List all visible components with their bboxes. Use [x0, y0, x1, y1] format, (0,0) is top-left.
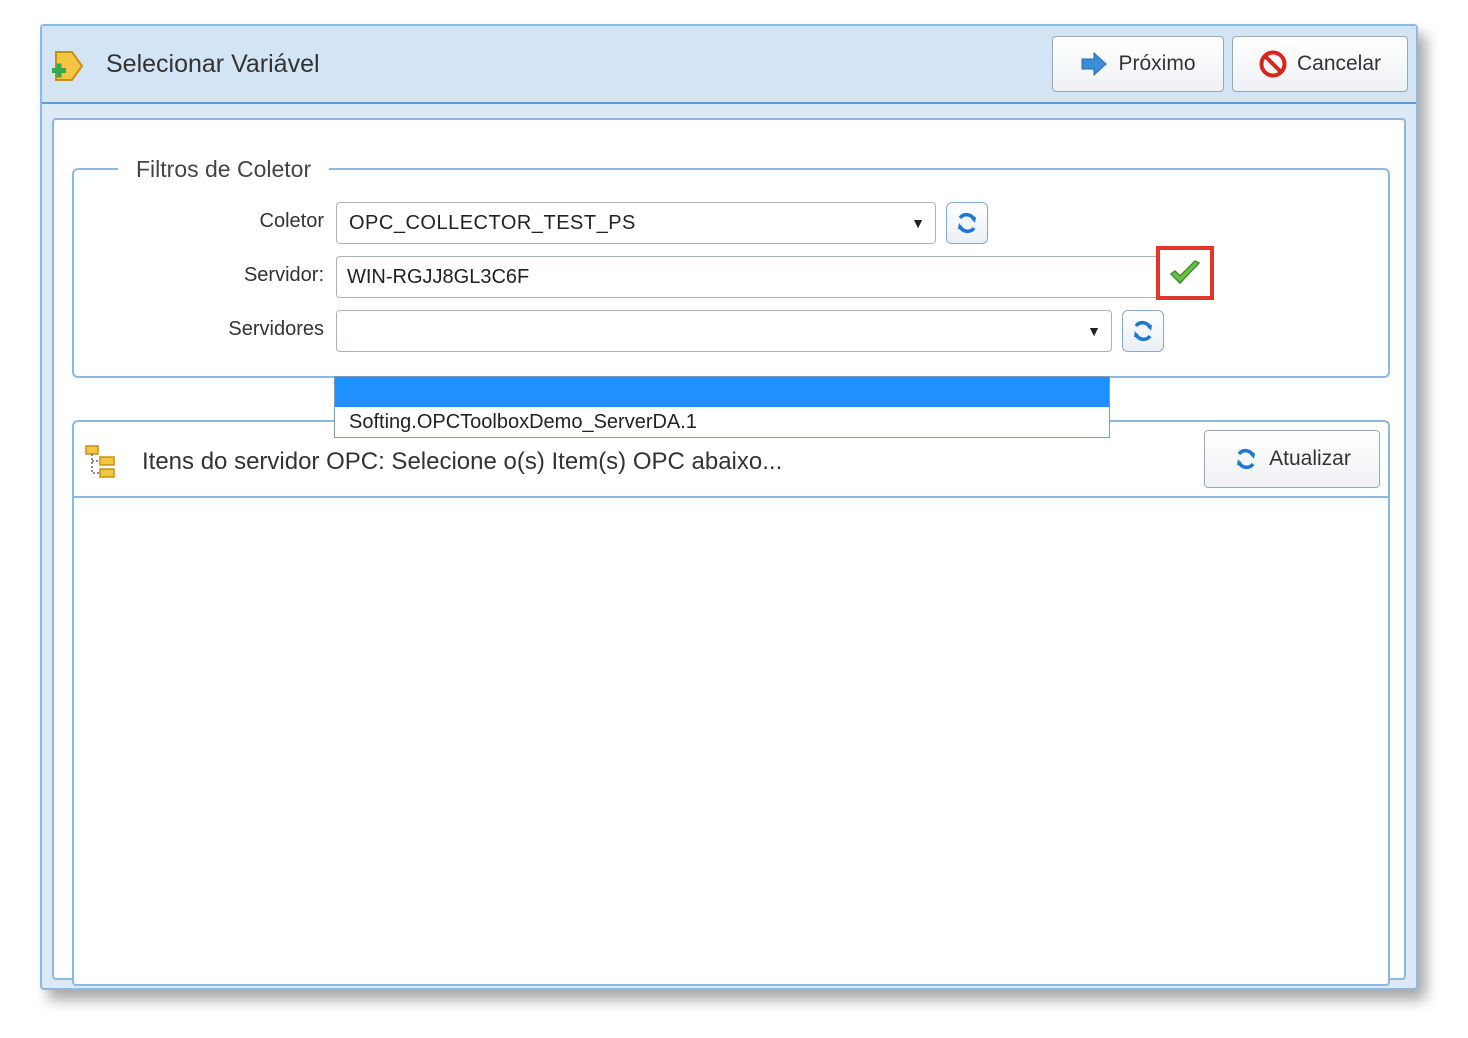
servers-option-empty[interactable] — [335, 377, 1109, 407]
collector-value: OPC_COLLECTOR_TEST_PS — [349, 211, 636, 234]
arrow-right-icon — [1081, 51, 1108, 77]
opc-items-tree[interactable] — [74, 498, 1388, 984]
next-button[interactable]: Próximo — [1052, 36, 1224, 92]
update-button-label: Atualizar — [1269, 447, 1351, 470]
collector-select[interactable]: OPC_COLLECTOR_TEST_PS ▼ — [336, 202, 936, 244]
refresh-icon — [1237, 449, 1256, 469]
opc-items-title: Itens do servidor OPC: Selecione o(s) It… — [142, 448, 783, 475]
servers-option[interactable]: Softing.OPCToolboxDemo_ServerDA.1 — [335, 407, 1109, 437]
select-variable-dialog: Selecionar Variável Próximo Cancelar Fil… — [40, 24, 1418, 990]
variable-add-icon — [52, 51, 84, 81]
validate-server-button[interactable] — [1156, 246, 1214, 300]
collector-filters-group: Filtros de Coletor Coletor OPC_COLLECTOR… — [72, 156, 1390, 378]
cancel-button[interactable]: Cancelar — [1232, 36, 1408, 92]
server-value: WIN-RGJJ8GL3C6F — [347, 265, 530, 288]
cancel-button-label: Cancelar — [1296, 52, 1382, 75]
refresh-icon — [958, 213, 976, 233]
collector-filters-legend: Filtros de Coletor — [118, 156, 330, 183]
dialog-titlebar: Selecionar Variável Próximo Cancelar — [42, 26, 1416, 104]
next-button-label: Próximo — [1118, 52, 1196, 75]
collector-label: Coletor — [259, 210, 324, 232]
dialog-body: Filtros de Coletor Coletor OPC_COLLECTOR… — [52, 118, 1406, 986]
chevron-down-icon: ▼ — [911, 215, 925, 231]
opc-items-panel: Itens do servidor OPC: Selecione o(s) It… — [72, 420, 1390, 986]
chevron-down-icon: ▼ — [1087, 323, 1101, 339]
servers-label: Servidores — [228, 318, 324, 340]
servers-dropdown-list: Softing.OPCToolboxDemo_ServerDA.1 — [334, 376, 1110, 438]
servers-refresh-button[interactable] — [1122, 310, 1164, 352]
no-entry-icon — [1259, 50, 1287, 78]
servers-select[interactable]: ▼ — [336, 310, 1112, 352]
server-input[interactable]: WIN-RGJJ8GL3C6F — [336, 256, 1156, 298]
refresh-icon — [1134, 321, 1152, 341]
dialog-title: Selecionar Variável — [106, 50, 320, 78]
update-button[interactable]: Atualizar — [1204, 430, 1380, 488]
check-icon — [1169, 260, 1201, 285]
tree-icon — [85, 445, 115, 478]
server-label: Servidor: — [243, 264, 324, 286]
collector-refresh-button[interactable] — [946, 202, 988, 244]
